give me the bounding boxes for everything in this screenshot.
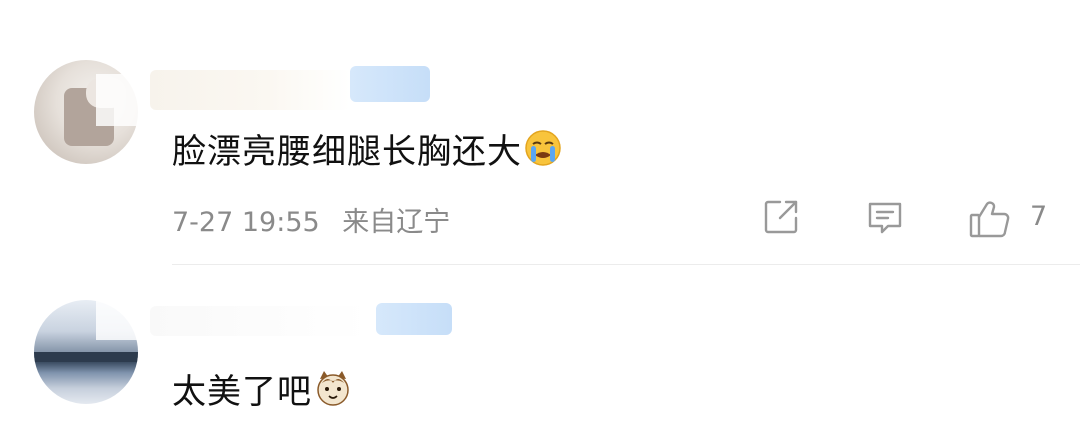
comment-text: 太美了吧: [172, 364, 352, 416]
avatar-privacy-mask: [96, 300, 156, 340]
share-icon: [762, 200, 800, 240]
comment-item: 太美了吧: [0, 0, 1080, 412]
like-count: 7: [1030, 201, 1048, 232]
comment-icon: [866, 202, 904, 240]
reply-button[interactable]: [866, 198, 904, 240]
like-button[interactable]: [968, 198, 1012, 244]
username-blurred[interactable]: [150, 306, 370, 336]
comment-timestamp: 7-27 19:55: [172, 207, 320, 238]
user-badge-blurred: [376, 303, 452, 335]
divider: [172, 264, 1080, 265]
comment-meta: 7-27 19:55 来自辽宁: [172, 200, 450, 239]
share-button[interactable]: [762, 198, 800, 240]
cat-face-emoji-icon: [314, 369, 352, 416]
thumbs-up-icon: [968, 201, 1012, 244]
comment-location: 来自辽宁: [342, 207, 451, 238]
